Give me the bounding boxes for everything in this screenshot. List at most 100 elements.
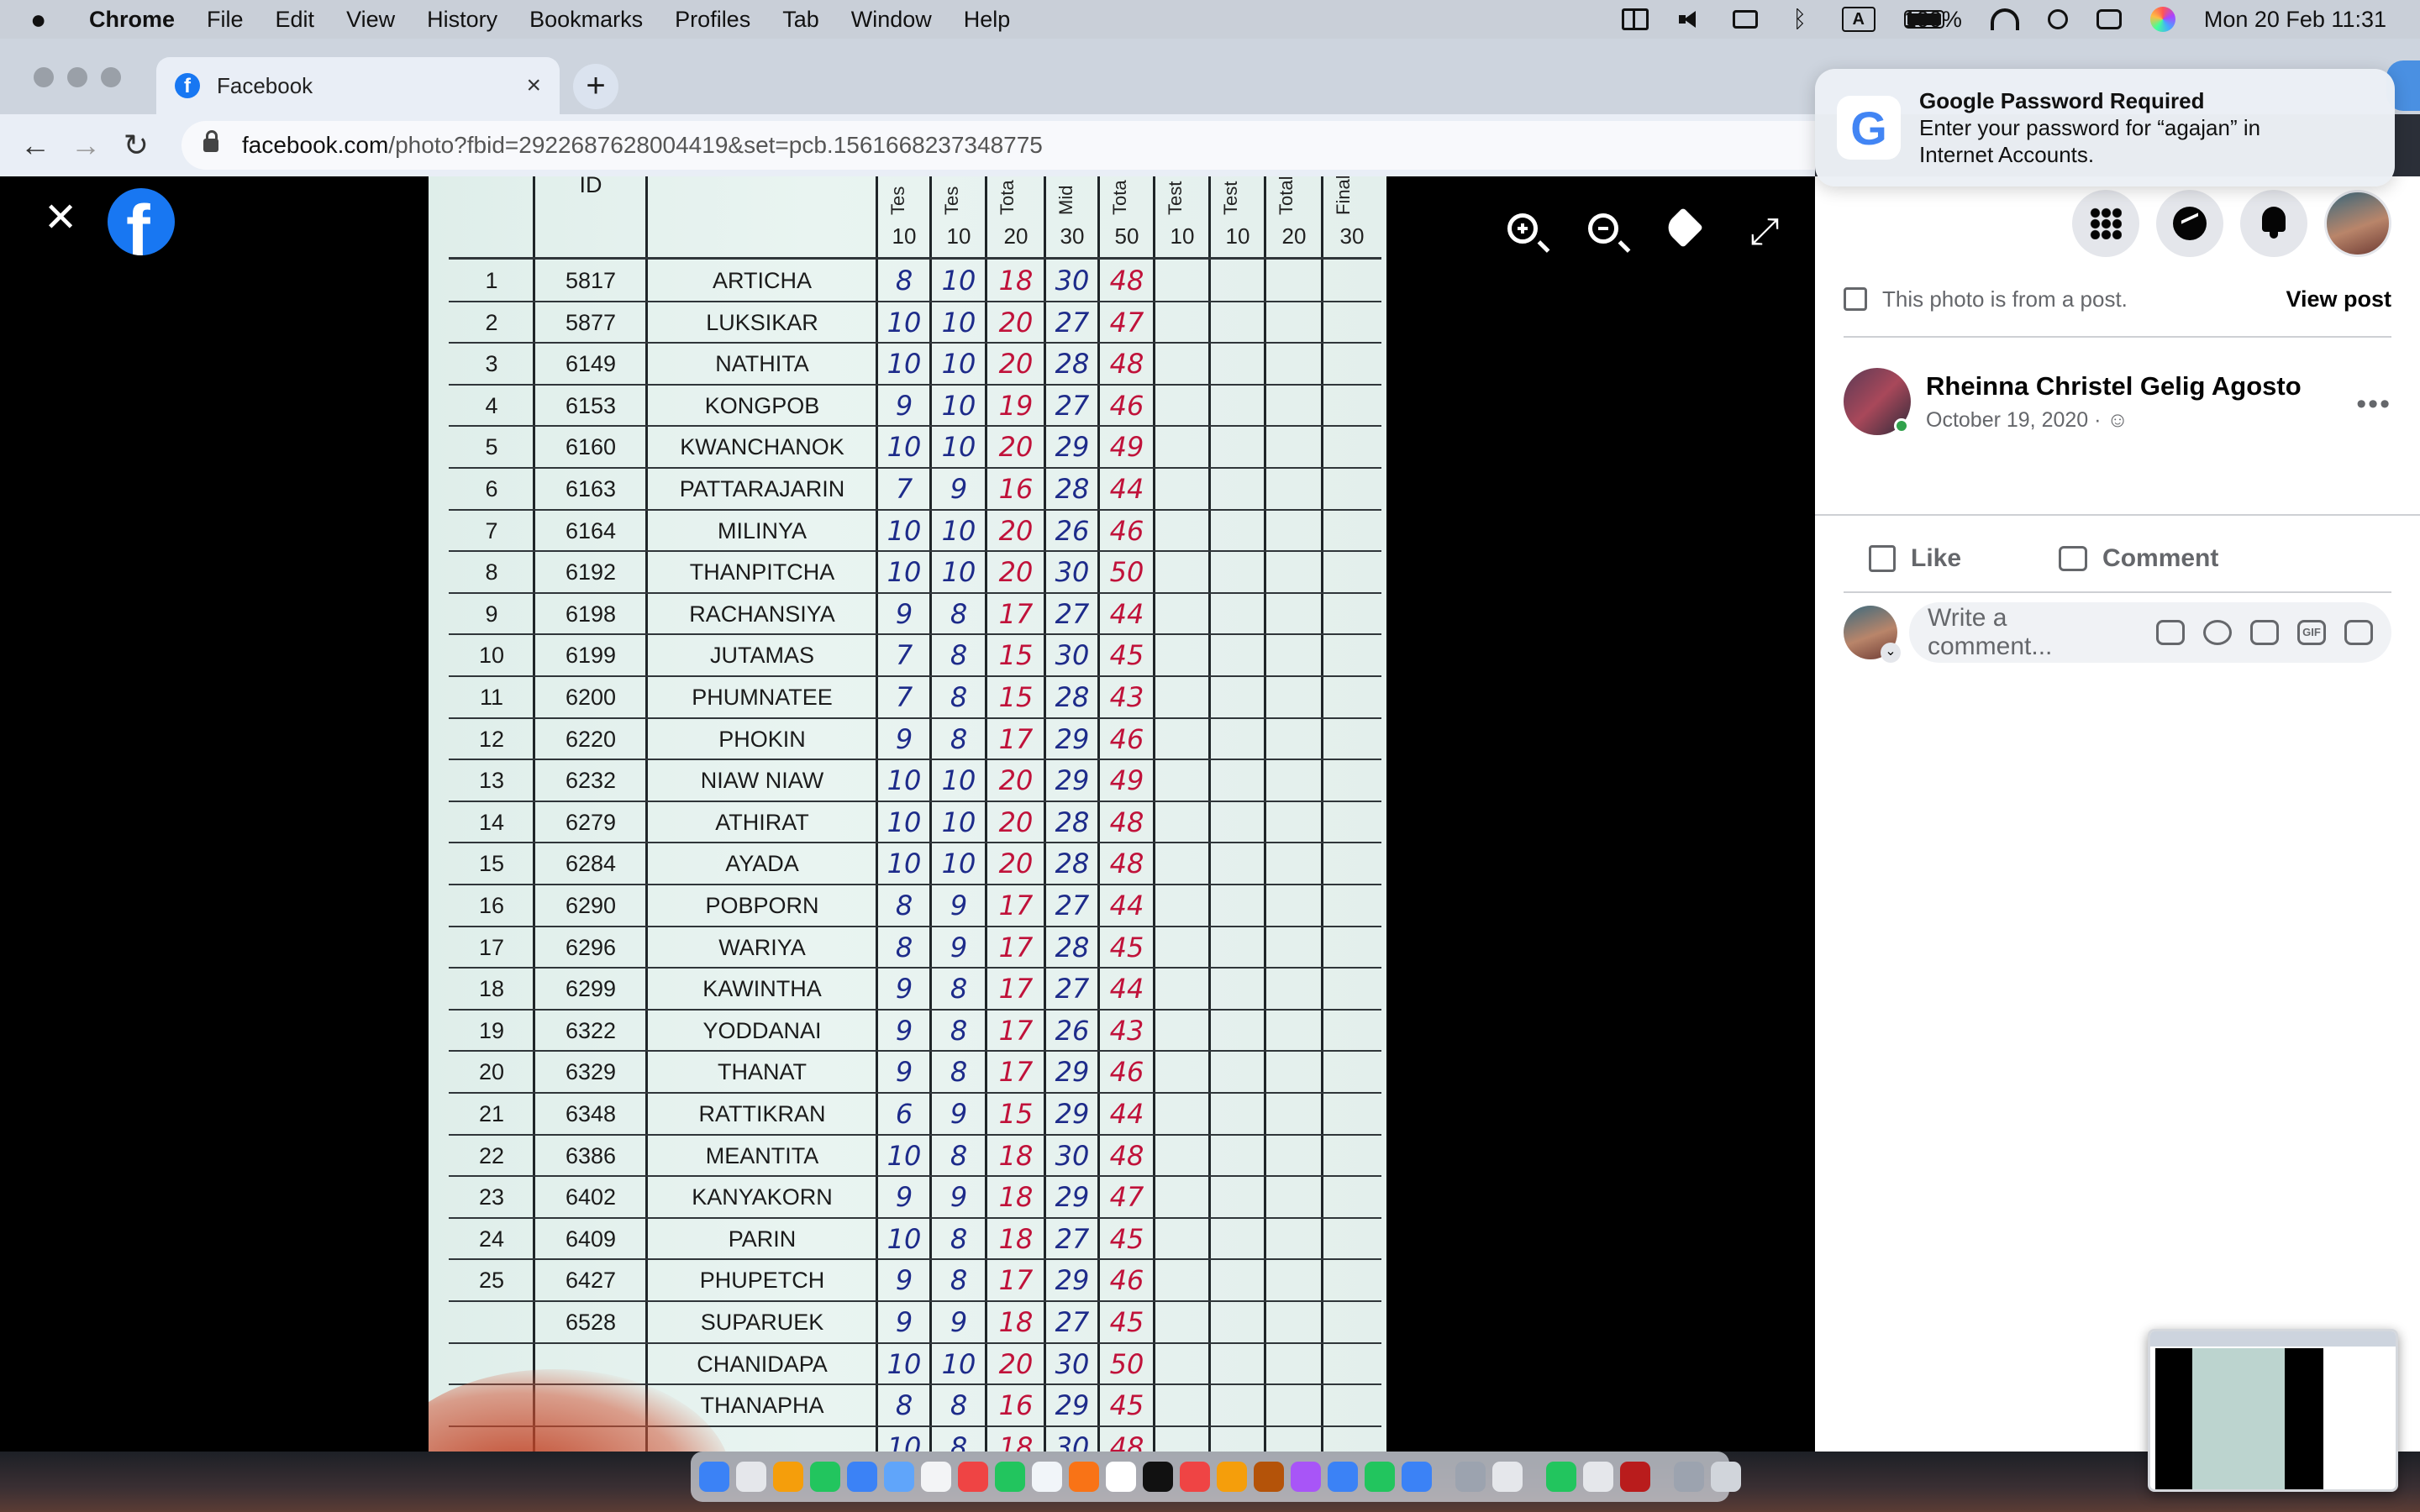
dock-app-icon[interactable] <box>1254 1462 1284 1492</box>
dock-app-icon[interactable] <box>1291 1462 1321 1492</box>
dock-app-icon[interactable] <box>1365 1462 1395 1492</box>
dock-app-icon[interactable] <box>995 1462 1025 1492</box>
comment-input[interactable]: Write a comment... GIF <box>1909 602 2391 663</box>
dock-app-icon[interactable] <box>1069 1462 1099 1492</box>
siri-icon[interactable] <box>2149 7 2175 32</box>
back-arrow-icon[interactable]: ← <box>20 130 50 160</box>
dock-app-icon[interactable] <box>810 1462 840 1492</box>
lock-icon[interactable] <box>203 130 218 152</box>
emoji-icon[interactable] <box>2203 620 2232 645</box>
dock-app-icon[interactable] <box>1032 1462 1062 1492</box>
sheet-cell-total: 45 <box>1109 1389 1144 1422</box>
menu-profiles[interactable]: Profiles <box>675 7 750 33</box>
sheet-cell-total: 46 <box>1109 514 1144 547</box>
menu-help[interactable]: Help <box>964 7 1011 33</box>
address-bar[interactable]: facebook.com /photo?fbid=292268762800441… <box>182 121 1815 170</box>
zoom-out-icon[interactable] <box>1588 213 1618 244</box>
tag-photo-button[interactable] <box>1662 207 1706 250</box>
sheet-cell-mid: 28 <box>1055 348 1090 381</box>
new-tab-button[interactable]: + <box>573 64 618 109</box>
post-date[interactable]: October 19, 2020 · <box>1926 408 2107 432</box>
account-avatar[interactable] <box>2324 190 2391 257</box>
sheet-cell-no: 24 <box>478 1226 505 1252</box>
dock-app-icon[interactable] <box>847 1462 877 1492</box>
window-zoom-button[interactable] <box>101 67 121 87</box>
author-avatar[interactable] <box>1844 368 1911 435</box>
notifications-button[interactable] <box>2240 190 2307 257</box>
dock-app-icon[interactable] <box>1402 1462 1432 1492</box>
view-post-link[interactable]: View post <box>2286 286 2391 312</box>
like-button[interactable]: Like <box>1869 544 1961 573</box>
bluetooth-icon[interactable]: ᛒ <box>1786 8 1813 31</box>
dock-app-icon[interactable] <box>958 1462 988 1492</box>
password-notification[interactable]: G Google Password Required Enter your pa… <box>1815 69 2395 186</box>
dock-app-icon[interactable] <box>1620 1462 1650 1492</box>
dock-app-icon[interactable] <box>1217 1462 1247 1492</box>
camera-icon[interactable] <box>2250 620 2279 645</box>
dock-app-icon[interactable] <box>1583 1462 1613 1492</box>
author-name[interactable]: Rheinna Christel Gelig Agosto <box>1926 371 2302 402</box>
menu-bookmarks[interactable]: Bookmarks <box>529 7 643 33</box>
menu-grid-button[interactable] <box>2072 190 2139 257</box>
gif-icon[interactable]: GIF <box>2297 620 2326 645</box>
fullscreen-icon[interactable]: ⤢ <box>1746 213 1783 250</box>
menu-view[interactable]: View <box>346 7 395 33</box>
reload-icon[interactable]: ↻ <box>121 130 151 160</box>
sheet-cell-name: YODDANAI <box>702 1017 822 1043</box>
my-avatar[interactable]: ⌄ <box>1844 606 1901 663</box>
dock-app-icon[interactable] <box>921 1462 951 1492</box>
sheet-cell-t1: 9 <box>895 597 913 630</box>
menu-app-name[interactable]: Chrome <box>89 7 175 33</box>
dock-app-icon[interactable] <box>1546 1462 1576 1492</box>
downloads-folder-icon[interactable] <box>1674 1462 1704 1492</box>
sheet-cell-t2: 8 <box>950 1014 968 1047</box>
menu-history[interactable]: History <box>427 7 497 33</box>
stage-manager-icon[interactable] <box>1621 8 1649 30</box>
dock-app-icon[interactable] <box>1328 1462 1358 1492</box>
close-viewer-icon[interactable]: ✕ <box>44 198 77 239</box>
dock-app-icon[interactable] <box>1455 1462 1486 1492</box>
menu-file[interactable]: File <box>207 7 244 33</box>
chevron-down-icon[interactable]: ⌄ <box>1881 643 1901 663</box>
more-options-icon[interactable]: ••• <box>2356 388 2391 421</box>
menu-clock[interactable]: Mon 20 Feb 11:31 <box>2204 7 2386 33</box>
facebook-logo-icon[interactable]: f <box>108 188 175 255</box>
wifi-icon[interactable] <box>1990 8 2019 30</box>
privacy-icon[interactable]: ☺ <box>2107 408 2128 432</box>
menu-tab[interactable]: Tab <box>782 7 819 33</box>
forward-arrow-icon[interactable]: → <box>71 130 101 160</box>
sheet-cell-t1: 10 <box>886 306 922 339</box>
screen-mirroring-icon[interactable] <box>1732 10 1758 29</box>
tab-facebook[interactable]: f Facebook × <box>156 57 560 114</box>
sheet-cell-name: KONGPOB <box>704 392 820 418</box>
dock-app-icon[interactable] <box>884 1462 914 1492</box>
input-source-icon[interactable]: A <box>1841 7 1876 32</box>
tab-close-icon[interactable]: × <box>526 71 541 100</box>
sheet-cell-t2: 8 <box>950 1431 968 1452</box>
menu-edit[interactable]: Edit <box>276 7 315 33</box>
screenshot-thumbnail[interactable] <box>2148 1329 2398 1492</box>
apple-menu-icon[interactable]: ● <box>30 4 72 35</box>
dock-app-icon[interactable] <box>1492 1462 1523 1492</box>
avatar-sticker-icon[interactable] <box>2156 620 2185 645</box>
spotlight-search-icon[interactable] <box>2047 9 2068 29</box>
zoom-in-icon[interactable] <box>1507 213 1538 244</box>
sticker-icon[interactable] <box>2344 620 2373 645</box>
dock-app-icon[interactable] <box>773 1462 803 1492</box>
sheet-cell-tot: 20 <box>998 306 1034 339</box>
window-minimize-button[interactable] <box>67 67 87 87</box>
comment-button[interactable]: Comment <box>2059 544 2218 573</box>
trash-icon[interactable] <box>1711 1462 1741 1492</box>
menu-window[interactable]: Window <box>851 7 932 33</box>
dock-app-icon[interactable] <box>1106 1462 1136 1492</box>
control-center-icon[interactable] <box>2096 9 2122 29</box>
window-close-button[interactable] <box>34 67 54 87</box>
dock-app-icon[interactable] <box>1180 1462 1210 1492</box>
volume-icon[interactable] <box>1677 8 1704 30</box>
messenger-button[interactable] <box>2156 190 2223 257</box>
dock-app-icon[interactable] <box>1143 1462 1173 1492</box>
dock-app-icon[interactable] <box>736 1462 766 1492</box>
dock-app-icon[interactable] <box>699 1462 729 1492</box>
sheet-cell-no: 11 <box>479 685 504 710</box>
battery-indicator[interactable]: 100% <box>1903 7 1962 33</box>
